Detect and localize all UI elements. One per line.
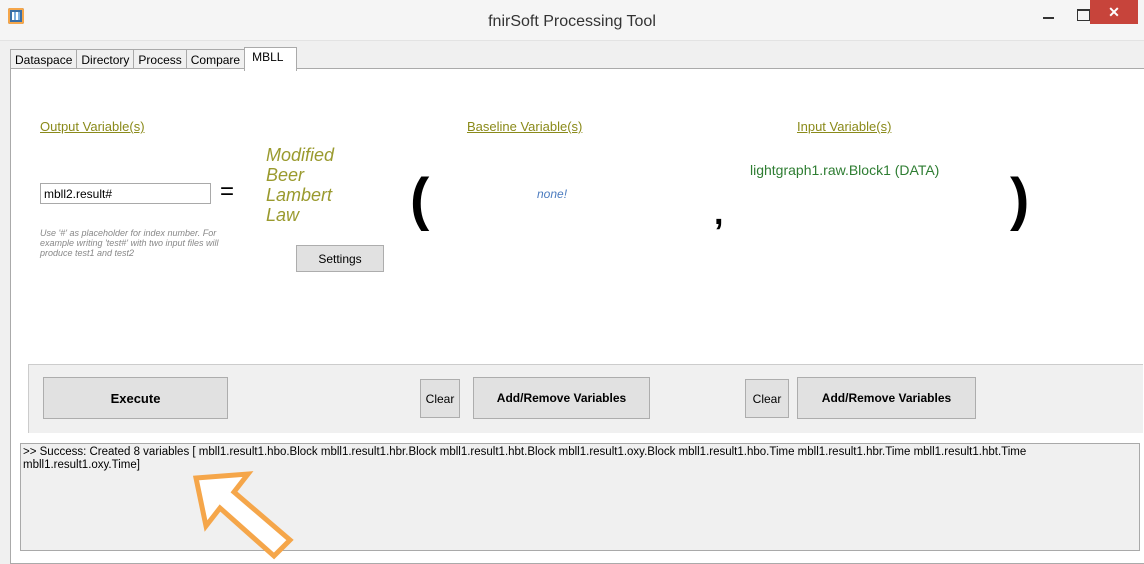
output-log[interactable]: >> Success: Created 8 variables [ mbll1.… [20, 443, 1140, 551]
tab-strip: Dataspace Directory Process Compare MBLL [10, 47, 298, 71]
settings-button[interactable]: Settings [296, 245, 384, 272]
input-variables-header[interactable]: Input Variable(s) [797, 119, 891, 134]
close-icon: ✕ [1108, 3, 1120, 20]
method-label-line: Lambert [266, 185, 333, 205]
window-title: fnirSoft Processing Tool [488, 13, 656, 30]
close-button[interactable]: ✕ [1090, 0, 1138, 24]
add-remove-baseline-button[interactable]: Add/Remove Variables [473, 377, 650, 419]
execute-button[interactable]: Execute [43, 377, 228, 419]
title-bar: fnirSoft Processing Tool ✕ [0, 0, 1144, 41]
input-variable-item[interactable]: lightgraph1.raw.Block1 (DATA) [750, 162, 939, 178]
maximize-icon [1076, 8, 1090, 21]
comma-separator: , [714, 194, 724, 232]
add-remove-input-button[interactable]: Add/Remove Variables [797, 377, 976, 419]
close-parenthesis: ) [1010, 167, 1030, 232]
output-variable-input[interactable] [40, 183, 211, 204]
arrow-annotation-icon [192, 471, 294, 560]
method-label: Modified Beer Lambert Law [266, 145, 334, 225]
output-hint-text: Use '#' as placeholder for index number.… [40, 228, 219, 258]
baseline-variables-header[interactable]: Baseline Variable(s) [467, 119, 582, 134]
open-parenthesis: ( [410, 167, 430, 232]
method-label-line: Modified [266, 145, 335, 165]
output-variables-header[interactable]: Output Variable(s) [40, 119, 145, 134]
method-label-line: Law [266, 205, 300, 225]
baseline-value: none! [537, 187, 568, 201]
equals-sign: = [220, 178, 235, 205]
tab-mbll[interactable]: MBLL [244, 47, 298, 71]
minimize-icon [1042, 16, 1054, 19]
clear-input-button[interactable]: Clear [745, 379, 789, 418]
clear-baseline-button[interactable]: Clear [420, 379, 460, 418]
method-label-line: Beer [266, 165, 305, 185]
